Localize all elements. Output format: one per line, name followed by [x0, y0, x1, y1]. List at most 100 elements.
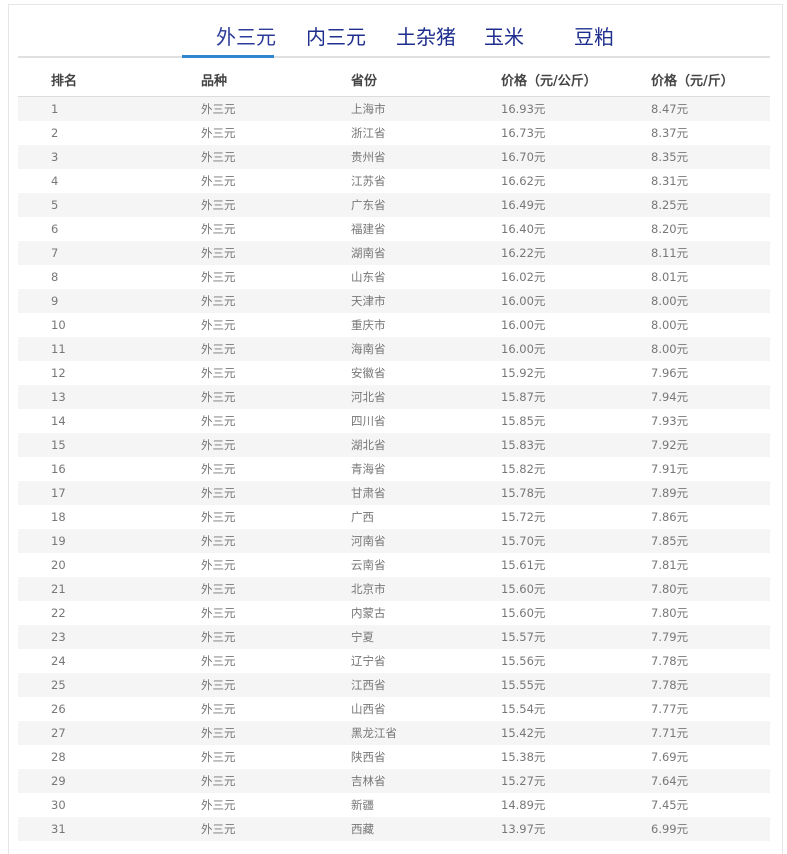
rank-cell: 2	[51, 126, 59, 140]
breed-cell: 外三元	[201, 798, 236, 812]
price-kg-cell: 15.27元	[501, 774, 546, 788]
table-row: 5 外三元 广东省 16.49元 8.25元	[18, 193, 770, 217]
rank-cell: 30	[51, 798, 66, 812]
province-cell: 云南省	[351, 558, 386, 572]
table-header-row: 排名 品种 省份 价格（元/公斤） 价格（元/斤）	[18, 60, 770, 97]
rank-cell: 7	[51, 246, 59, 260]
price-jin-cell: 7.78元	[651, 654, 689, 668]
province-cell: 河北省	[351, 390, 386, 404]
rank-cell: 15	[51, 438, 66, 452]
table-row: 22 外三元 内蒙古 15.60元 7.80元	[18, 601, 770, 625]
rank-cell: 8	[51, 270, 59, 284]
breed-cell: 外三元	[201, 678, 236, 692]
table-row: 14 外三元 四川省 15.85元 7.93元	[18, 409, 770, 433]
tab-dou-po[interactable]: 豆粕	[548, 24, 640, 58]
price-jin-cell: 7.96元	[651, 366, 689, 380]
price-kg-cell: 16.40元	[501, 222, 546, 236]
table-row: 28 外三元 陕西省 15.38元 7.69元	[18, 745, 770, 769]
active-tab-indicator	[182, 55, 274, 58]
price-kg-cell: 15.56元	[501, 654, 546, 668]
price-kg-cell: 15.60元	[501, 606, 546, 620]
table-row: 27 外三元 黑龙江省 15.42元 7.71元	[18, 721, 770, 745]
table-row: 6 外三元 福建省 16.40元 8.20元	[18, 217, 770, 241]
table-row: 21 外三元 北京市 15.60元 7.80元	[18, 577, 770, 601]
rank-cell: 6	[51, 222, 59, 236]
price-jin-cell: 8.11元	[651, 246, 689, 260]
tab-wai-san-yuan[interactable]: 外三元	[200, 24, 292, 58]
price-jin-cell: 8.01元	[651, 270, 689, 284]
table-row: 31 外三元 西藏 13.97元 6.99元	[18, 817, 770, 841]
rank-cell: 11	[51, 342, 66, 356]
table-row: 10 外三元 重庆市 16.00元 8.00元	[18, 313, 770, 337]
table-row: 4 外三元 江苏省 16.62元 8.31元	[18, 169, 770, 193]
breed-cell: 外三元	[201, 726, 236, 740]
price-kg-cell: 15.87元	[501, 390, 546, 404]
price-kg-cell: 16.62元	[501, 174, 546, 188]
tab-yu-mi[interactable]: 玉米	[458, 24, 550, 58]
table-row: 30 外三元 新疆 14.89元 7.45元	[18, 793, 770, 817]
province-cell: 天津市	[351, 294, 386, 308]
header-price-per-kg: 价格（元/公斤）	[501, 74, 597, 89]
rank-cell: 12	[51, 366, 66, 380]
province-cell: 广西	[351, 510, 374, 524]
rank-cell: 27	[51, 726, 66, 740]
province-cell: 湖南省	[351, 246, 386, 260]
rank-cell: 14	[51, 414, 66, 428]
rank-cell: 20	[51, 558, 66, 572]
table-row: 12 外三元 安徽省 15.92元 7.96元	[18, 361, 770, 385]
breed-cell: 外三元	[201, 486, 236, 500]
breed-cell: 外三元	[201, 606, 236, 620]
price-jin-cell: 8.00元	[651, 318, 689, 332]
rank-cell: 23	[51, 630, 66, 644]
header-breed: 品种	[201, 74, 228, 89]
price-kg-cell: 15.55元	[501, 678, 546, 692]
province-cell: 福建省	[351, 222, 386, 236]
price-kg-cell: 15.61元	[501, 558, 546, 572]
breed-cell: 外三元	[201, 342, 236, 356]
table-row: 16 外三元 青海省 15.82元 7.91元	[18, 457, 770, 481]
price-jin-cell: 8.25元	[651, 198, 689, 212]
province-cell: 内蒙古	[351, 606, 386, 620]
province-cell: 安徽省	[351, 366, 386, 380]
table-row: 13 外三元 河北省 15.87元 7.94元	[18, 385, 770, 409]
price-jin-cell: 7.71元	[651, 726, 689, 740]
province-cell: 江苏省	[351, 174, 386, 188]
province-cell: 贵州省	[351, 150, 386, 164]
price-jin-cell: 8.00元	[651, 342, 689, 356]
province-cell: 河南省	[351, 534, 386, 548]
price-jin-cell: 7.77元	[651, 702, 689, 716]
breed-cell: 外三元	[201, 582, 236, 596]
table-row: 7 外三元 湖南省 16.22元 8.11元	[18, 241, 770, 265]
table-row: 18 外三元 广西 15.72元 7.86元	[18, 505, 770, 529]
rank-cell: 10	[51, 318, 66, 332]
price-jin-cell: 8.37元	[651, 126, 689, 140]
price-kg-cell: 15.38元	[501, 750, 546, 764]
province-cell: 湖北省	[351, 438, 386, 452]
rank-cell: 22	[51, 606, 66, 620]
price-jin-cell: 7.81元	[651, 558, 689, 572]
price-jin-cell: 7.64元	[651, 774, 689, 788]
rank-cell: 13	[51, 390, 66, 404]
tab-nei-san-yuan[interactable]: 内三元	[290, 24, 382, 58]
table-row: 29 外三元 吉林省 15.27元 7.64元	[18, 769, 770, 793]
province-cell: 吉林省	[351, 774, 386, 788]
price-kg-cell: 15.60元	[501, 582, 546, 596]
table-row: 15 外三元 湖北省 15.83元 7.92元	[18, 433, 770, 457]
rank-cell: 1	[51, 102, 59, 116]
price-kg-cell: 16.93元	[501, 102, 546, 116]
breed-cell: 外三元	[201, 366, 236, 380]
table-row: 11 外三元 海南省 16.00元 8.00元	[18, 337, 770, 361]
table-row: 1 外三元 上海市 16.93元 8.47元	[18, 97, 770, 121]
breed-cell: 外三元	[201, 222, 236, 236]
price-jin-cell: 7.78元	[651, 678, 689, 692]
table-row: 3 外三元 贵州省 16.70元 8.35元	[18, 145, 770, 169]
rank-cell: 31	[51, 822, 66, 836]
rank-cell: 5	[51, 198, 59, 212]
province-cell: 浙江省	[351, 126, 386, 140]
rank-cell: 25	[51, 678, 66, 692]
price-jin-cell: 7.69元	[651, 750, 689, 764]
table-row: 8 外三元 山东省 16.02元 8.01元	[18, 265, 770, 289]
province-cell: 甘肃省	[351, 486, 386, 500]
price-jin-cell: 8.00元	[651, 294, 689, 308]
price-kg-cell: 15.54元	[501, 702, 546, 716]
